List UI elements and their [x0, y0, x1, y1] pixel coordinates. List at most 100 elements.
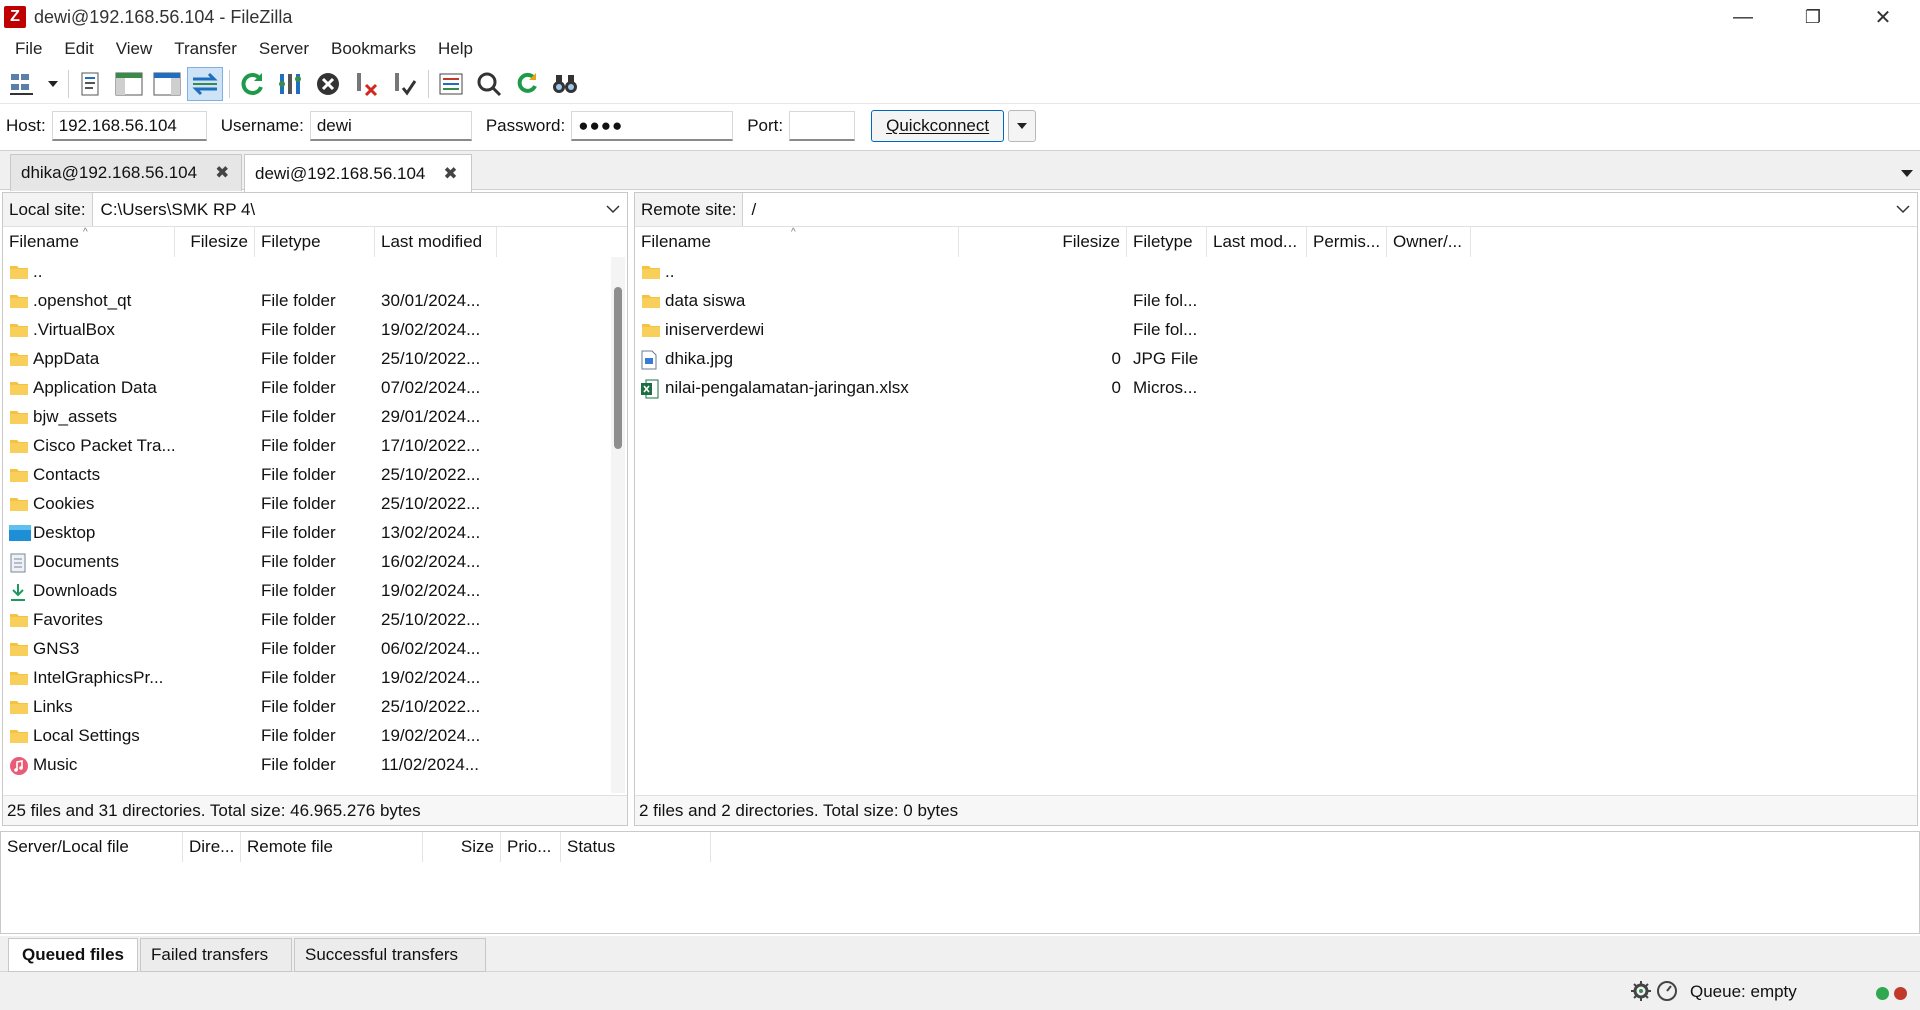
table-row[interactable]: Favorites File folder 25/10/2022...	[3, 605, 611, 634]
table-row[interactable]: ..	[3, 257, 611, 286]
col-last-modified[interactable]: Last modified	[375, 227, 497, 257]
filename-text: .VirtualBox	[33, 319, 115, 339]
folder-icon	[9, 408, 29, 426]
password-input[interactable]	[571, 111, 734, 141]
table-row[interactable]: dhika.jpg 0 JPG File	[635, 344, 1917, 373]
tab-successful-transfers[interactable]: Successful transfers	[294, 938, 486, 972]
table-row[interactable]: ..	[635, 257, 1917, 286]
disconnect-icon[interactable]	[348, 67, 384, 101]
table-row[interactable]: GNS3 File folder 06/02/2024...	[3, 634, 611, 663]
table-row[interactable]: .openshot_qt File folder 30/01/2024...	[3, 286, 611, 315]
menu-bookmarks[interactable]: Bookmarks	[320, 39, 427, 59]
col-filename[interactable]: Filename ^	[635, 227, 959, 257]
settings-gear-icon[interactable]	[1630, 980, 1652, 1002]
maximize-button[interactable]: ❐	[1778, 0, 1848, 34]
table-row[interactable]: Local Settings File folder 19/02/2024...	[3, 721, 611, 750]
table-row[interactable]: Contacts File folder 25/10/2022...	[3, 460, 611, 489]
minimize-button[interactable]: —	[1708, 0, 1778, 34]
folder-icon	[641, 321, 661, 339]
transfer-queue-icon[interactable]	[187, 66, 223, 101]
table-row[interactable]: Cookies File folder 25/10/2022...	[3, 489, 611, 518]
table-row[interactable]: Desktop File folder 13/02/2024...	[3, 518, 611, 547]
refresh-icon[interactable]	[234, 67, 270, 101]
speed-limit-icon[interactable]	[1656, 980, 1678, 1002]
menu-transfer[interactable]: Transfer	[163, 39, 248, 59]
close-button[interactable]: ✕	[1848, 0, 1918, 34]
menu-edit[interactable]: Edit	[53, 39, 104, 59]
message-log-icon[interactable]	[73, 67, 109, 101]
table-row[interactable]: .VirtualBox File folder 19/02/2024...	[3, 315, 611, 344]
col-last-modified[interactable]: Last mod...	[1207, 227, 1307, 257]
local-site-path[interactable]: C:\Users\SMK RP 4\	[93, 200, 599, 220]
remote-site-path[interactable]: /	[743, 200, 1889, 220]
table-row[interactable]: IntelGraphicsPr... File folder 19/02/2024.…	[3, 663, 611, 692]
table-row[interactable]: bjw_assets File folder 29/01/2024...	[3, 402, 611, 431]
dropdown-icon[interactable]	[44, 67, 62, 101]
col-label: Filesize	[190, 232, 248, 251]
col-status[interactable]: Status	[561, 832, 711, 862]
tab-overflow-icon[interactable]	[1900, 163, 1914, 183]
tab-close-icon[interactable]: ✖	[215, 163, 229, 183]
last-modified-cell: 25/10/2022...	[381, 493, 481, 513]
table-row[interactable]: data siswa File fol...	[635, 286, 1917, 315]
tab-queued-files[interactable]: Queued files	[8, 938, 138, 972]
queue-column-header: Server/Local file Dire... Remote file Si…	[1, 832, 1919, 862]
sync-browse-icon[interactable]	[509, 67, 545, 101]
table-row[interactable]: Documents File folder 16/02/2024...	[3, 547, 611, 576]
find-files-icon[interactable]	[547, 67, 583, 101]
table-row[interactable]: Links File folder 25/10/2022...	[3, 692, 611, 721]
col-filename[interactable]: Filename ^	[3, 227, 175, 257]
filter-icon[interactable]	[433, 67, 469, 101]
filesize-cell	[959, 315, 1127, 344]
table-row[interactable]: nilai-pengalamatan-jaringan.xlsx 0 Micros.…	[635, 373, 1917, 402]
search-icon[interactable]	[471, 67, 507, 101]
chevron-down-icon[interactable]	[599, 205, 627, 214]
local-scrollbar[interactable]	[611, 257, 625, 793]
col-priority[interactable]: Prio...	[501, 832, 561, 862]
table-row[interactable]: Downloads File folder 19/02/2024...	[3, 576, 611, 605]
table-row[interactable]: iniserverdewi File fol...	[635, 315, 1917, 344]
filename-cell: nilai-pengalamatan-jaringan.xlsx	[635, 373, 959, 402]
col-server-local-file[interactable]: Server/Local file	[1, 832, 183, 862]
table-row[interactable]: Application Data File folder 07/02/2024...	[3, 373, 611, 402]
tab-close-icon[interactable]: ✖	[443, 164, 457, 184]
remote-site-bar: Remote site: /	[635, 193, 1917, 227]
scrollbar-thumb[interactable]	[614, 287, 622, 449]
tab-dhika[interactable]: dhika@192.168.56.104 ✖	[10, 154, 242, 191]
username-input[interactable]	[309, 111, 472, 141]
local-tree-icon[interactable]	[111, 67, 147, 101]
cancel-icon[interactable]	[310, 67, 346, 101]
host-input[interactable]	[51, 111, 207, 141]
quickconnect-history-dropdown[interactable]	[1008, 110, 1037, 142]
menu-help[interactable]: Help	[427, 39, 484, 59]
menu-server[interactable]: Server	[248, 39, 320, 59]
table-row[interactable]: Cisco Packet Tra... File folder 17/10/2022…	[3, 431, 611, 460]
col-filetype[interactable]: Filetype	[255, 227, 375, 257]
col-filetype[interactable]: Filetype	[1127, 227, 1207, 257]
process-queue-icon[interactable]	[272, 67, 308, 101]
tab-failed-transfers[interactable]: Failed transfers	[140, 938, 292, 972]
last-modified-cell	[375, 257, 497, 286]
col-remote-file[interactable]: Remote file	[241, 832, 423, 862]
col-direction[interactable]: Dire...	[183, 832, 241, 862]
col-permissions[interactable]: Permis...	[1307, 227, 1387, 257]
table-row[interactable]: Music File folder 11/02/2024...	[3, 750, 611, 779]
col-filesize[interactable]: Filesize	[959, 227, 1127, 257]
table-row[interactable]: AppData File folder 25/10/2022...	[3, 344, 611, 373]
remote-column-header: Filename ^ Filesize Filetype Last mod... …	[635, 227, 1917, 257]
remote-tree-icon[interactable]	[149, 67, 185, 101]
quickconnect-button[interactable]: Quickconnect	[871, 110, 1005, 142]
chevron-down-icon[interactable]	[1889, 205, 1917, 214]
col-filesize[interactable]: Filesize	[175, 227, 255, 257]
port-input[interactable]	[789, 111, 856, 141]
tab-label: Failed transfers	[151, 945, 269, 964]
menu-view[interactable]: View	[105, 39, 164, 59]
site-manager-icon[interactable]	[6, 67, 42, 101]
col-owner-group[interactable]: Owner/...	[1387, 227, 1471, 257]
sort-asc-icon: ^	[791, 227, 796, 238]
filename-text: dhika.jpg	[665, 348, 734, 368]
reconnect-icon[interactable]	[386, 67, 422, 101]
tab-dewi[interactable]: dewi@192.168.56.104 ✖	[244, 154, 472, 192]
col-size[interactable]: Size	[423, 832, 501, 862]
menu-file[interactable]: File	[4, 39, 53, 59]
